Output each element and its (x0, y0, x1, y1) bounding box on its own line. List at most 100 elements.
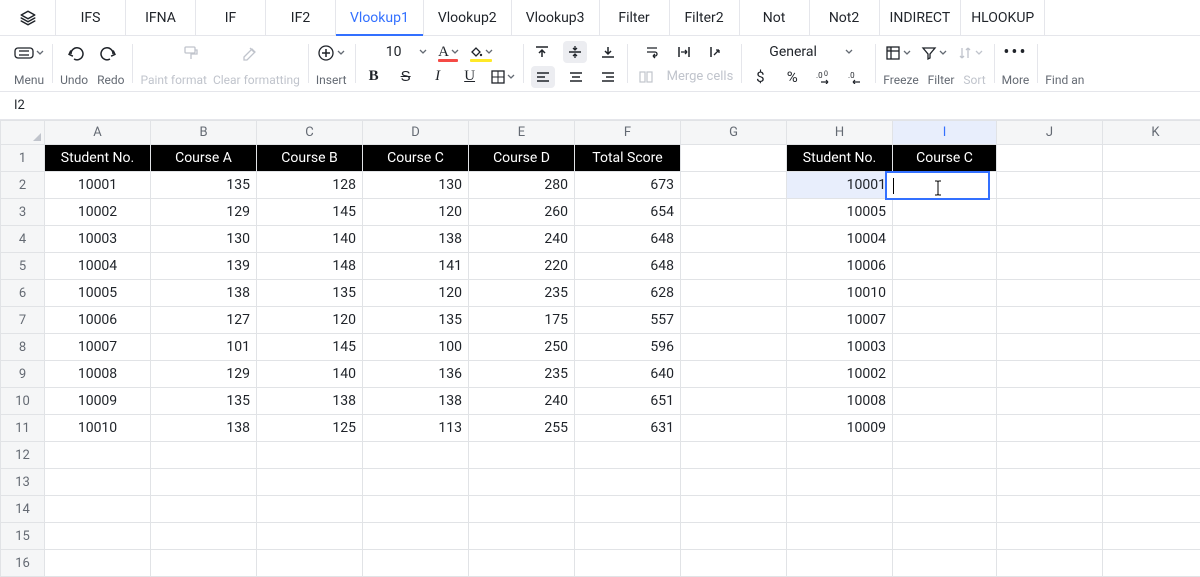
cell[interactable]: 120 (257, 307, 363, 334)
cell[interactable]: 135 (363, 307, 469, 334)
cell[interactable]: 141 (363, 253, 469, 280)
sheet-tab[interactable]: IF2 (266, 0, 336, 35)
sheet-tab[interactable]: IFNA (126, 0, 196, 35)
cell[interactable]: 130 (151, 226, 257, 253)
cell[interactable] (1103, 199, 1200, 226)
cell[interactable] (45, 469, 151, 496)
row-header[interactable]: 14 (1, 496, 45, 523)
dec-inc-button[interactable]: .00 (813, 66, 835, 88)
cell[interactable] (997, 199, 1103, 226)
row-header[interactable]: 10 (1, 388, 45, 415)
cell[interactable]: 10010 (787, 280, 893, 307)
cell[interactable] (1103, 469, 1200, 496)
sheet-tab[interactable]: IF (196, 0, 266, 35)
cell[interactable]: 250 (469, 334, 575, 361)
cell[interactable] (257, 469, 363, 496)
cell[interactable] (997, 469, 1103, 496)
cell[interactable] (893, 334, 997, 361)
row-header[interactable]: 13 (1, 469, 45, 496)
cell[interactable]: 596 (575, 334, 681, 361)
cell[interactable]: 220 (469, 253, 575, 280)
cell[interactable] (893, 388, 997, 415)
cell[interactable] (997, 388, 1103, 415)
cell[interactable]: 10003 (787, 334, 893, 361)
cell[interactable] (1103, 442, 1200, 469)
column-header[interactable]: B (151, 121, 257, 145)
cell[interactable]: 136 (363, 361, 469, 388)
cell[interactable]: 10002 (787, 361, 893, 388)
cell[interactable]: 140 (257, 361, 363, 388)
cell[interactable]: 148 (257, 253, 363, 280)
cell[interactable] (893, 253, 997, 280)
cell[interactable]: Course C (363, 145, 469, 172)
cell[interactable]: 10009 (45, 388, 151, 415)
cell[interactable]: 113 (363, 415, 469, 442)
cell[interactable]: 10004 (787, 226, 893, 253)
sheet-tab[interactable]: HLOOKUP (961, 0, 1045, 35)
cell[interactable]: 175 (469, 307, 575, 334)
row-header[interactable]: 7 (1, 307, 45, 334)
cell[interactable] (893, 361, 997, 388)
cell[interactable] (681, 334, 787, 361)
cell[interactable]: 135 (257, 280, 363, 307)
italic-button[interactable]: I (427, 66, 449, 88)
cell[interactable] (1103, 145, 1200, 172)
column-header[interactable]: F (575, 121, 681, 145)
cell[interactable] (681, 496, 787, 523)
cell[interactable] (893, 172, 997, 199)
cell[interactable] (893, 226, 997, 253)
cell[interactable]: 673 (575, 172, 681, 199)
freeze-button[interactable] (885, 42, 911, 64)
cell[interactable] (893, 415, 997, 442)
halign-right-button[interactable] (597, 66, 619, 88)
cell[interactable]: 135 (151, 388, 257, 415)
cell[interactable] (1103, 361, 1200, 388)
valign-middle-button[interactable] (563, 41, 587, 63)
cell[interactable]: 138 (257, 388, 363, 415)
cell[interactable] (363, 442, 469, 469)
sort-button[interactable] (957, 42, 983, 64)
app-logo[interactable] (0, 0, 56, 35)
column-header[interactable]: E (469, 121, 575, 145)
cell[interactable] (997, 280, 1103, 307)
cell[interactable]: 260 (469, 199, 575, 226)
insert-button[interactable] (317, 42, 345, 64)
cell[interactable] (469, 496, 575, 523)
cell[interactable]: 140 (257, 226, 363, 253)
cell[interactable]: Student No. (787, 145, 893, 172)
halign-center-button[interactable] (565, 66, 587, 88)
sheet-tab[interactable]: Not (740, 0, 810, 35)
cell[interactable] (469, 550, 575, 577)
cell[interactable] (893, 469, 997, 496)
cell[interactable] (787, 550, 893, 577)
cell[interactable]: 100 (363, 334, 469, 361)
cell[interactable]: 139 (151, 253, 257, 280)
row-header[interactable]: 16 (1, 550, 45, 577)
column-header[interactable]: I (893, 121, 997, 145)
cell[interactable] (893, 199, 997, 226)
cell[interactable]: 10009 (787, 415, 893, 442)
cell[interactable] (363, 523, 469, 550)
cell[interactable] (575, 442, 681, 469)
cell[interactable] (151, 550, 257, 577)
cell[interactable] (151, 442, 257, 469)
sheet-tab[interactable]: Filter2 (670, 0, 740, 35)
cell[interactable] (997, 172, 1103, 199)
cell[interactable]: 255 (469, 415, 575, 442)
cell[interactable]: 10007 (787, 307, 893, 334)
cell[interactable] (893, 523, 997, 550)
cell[interactable]: Course D (469, 145, 575, 172)
cell[interactable] (257, 496, 363, 523)
spreadsheet-grid[interactable]: ABCDEFGHIJK 1Student No.Course ACourse B… (0, 120, 1200, 577)
cell[interactable]: 120 (363, 199, 469, 226)
cell[interactable] (575, 469, 681, 496)
bold-button[interactable]: B (363, 66, 385, 88)
cell[interactable]: 10003 (45, 226, 151, 253)
cell[interactable] (575, 523, 681, 550)
row-header[interactable]: 8 (1, 334, 45, 361)
cell[interactable] (997, 415, 1103, 442)
cell[interactable]: 280 (469, 172, 575, 199)
percent-button[interactable]: % (781, 66, 803, 88)
cell[interactable] (363, 469, 469, 496)
cell[interactable] (257, 523, 363, 550)
